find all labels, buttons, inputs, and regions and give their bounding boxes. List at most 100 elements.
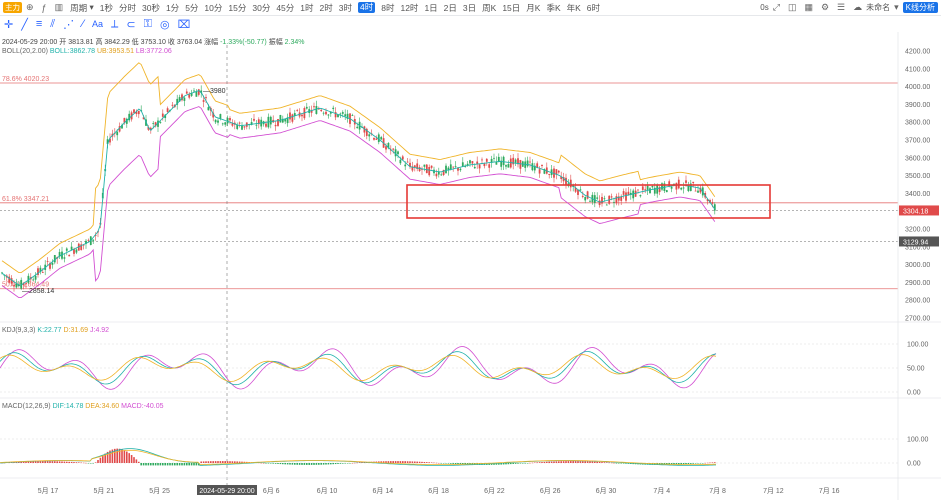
candle-body bbox=[286, 117, 289, 124]
amp-value: 2.34% bbox=[284, 39, 305, 46]
macd-dif: DIF:14.78 bbox=[52, 403, 84, 410]
trash-icon[interactable]: ⌧ bbox=[174, 18, 195, 31]
kdj-d: D:31.69 bbox=[63, 327, 89, 334]
period-5[interactable]: 10分 bbox=[201, 0, 225, 15]
layout-name[interactable]: 未命名 bbox=[866, 2, 890, 13]
period-7[interactable]: 30分 bbox=[249, 0, 273, 15]
period-8[interactable]: 45分 bbox=[273, 0, 297, 15]
lock-icon[interactable]: ⚿ bbox=[140, 18, 156, 31]
period-13[interactable]: 8时 bbox=[378, 0, 397, 15]
fullscreen-icon[interactable]: ⤢ bbox=[769, 2, 784, 13]
kline-analysis-button[interactable]: K线分析 bbox=[902, 2, 938, 13]
channel-icon[interactable]: ⫽ bbox=[46, 18, 59, 31]
macd-bar bbox=[620, 463, 622, 464]
candle-body bbox=[322, 112, 325, 114]
candle-type-icon[interactable]: ▥ bbox=[51, 2, 68, 13]
kdj-tick-label: 0.00 bbox=[907, 390, 921, 397]
kdj-j-line bbox=[0, 346, 717, 390]
candle-body bbox=[231, 123, 234, 126]
period-20[interactable]: 月K bbox=[523, 0, 543, 15]
period-4[interactable]: 5分 bbox=[182, 0, 201, 15]
eye-icon[interactable]: ◎ bbox=[156, 18, 174, 31]
period-19[interactable]: 15日 bbox=[499, 0, 523, 15]
magnet-icon[interactable]: ⊂ bbox=[122, 18, 139, 31]
candle-body bbox=[675, 182, 678, 190]
candle-body bbox=[32, 279, 35, 281]
candle-body bbox=[689, 183, 692, 191]
candle-body bbox=[58, 252, 61, 257]
period-3[interactable]: 1分 bbox=[163, 0, 182, 15]
pattern-icon[interactable]: ⁄ bbox=[78, 18, 88, 30]
crosshair-tool-icon[interactable]: ✛ bbox=[0, 18, 17, 31]
period-9[interactable]: 1时 bbox=[297, 0, 316, 15]
period-menu[interactable]: 周期 ▾ bbox=[67, 0, 97, 15]
time-tick-label: 7月 12 bbox=[763, 487, 784, 495]
period-15[interactable]: 1日 bbox=[421, 0, 440, 15]
period-10[interactable]: 2时 bbox=[317, 0, 336, 15]
macd-bar bbox=[603, 462, 606, 463]
fib-icon[interactable]: ⋰ bbox=[59, 18, 78, 31]
candle-body bbox=[106, 139, 109, 144]
period-12[interactable]: 4时 bbox=[355, 0, 378, 15]
add-circle-icon[interactable]: ⊕ bbox=[22, 2, 38, 13]
macd-bar bbox=[61, 461, 63, 463]
macd-name[interactable]: MACD(12,26,9) bbox=[2, 403, 51, 410]
macd-bar bbox=[351, 462, 354, 464]
period-6[interactable]: 15分 bbox=[225, 0, 249, 15]
period-22[interactable]: 年K bbox=[564, 0, 584, 15]
period-1[interactable]: 分时 bbox=[116, 0, 139, 15]
candle-body bbox=[406, 161, 409, 163]
trendline-tool-icon[interactable]: ╱ bbox=[17, 18, 32, 31]
cloud-icon[interactable]: ☁ bbox=[849, 2, 866, 13]
ruler-icon[interactable]: ⟂ bbox=[107, 18, 122, 31]
candle-body bbox=[63, 257, 66, 259]
indicator-icon[interactable]: ƒ bbox=[38, 3, 51, 13]
candle-body bbox=[562, 177, 565, 182]
market-tag[interactable]: 主力 bbox=[3, 2, 22, 13]
period-2[interactable]: 30秒 bbox=[139, 0, 163, 15]
candle-body bbox=[437, 171, 440, 175]
layout-icon[interactable]: ▦ bbox=[800, 2, 817, 13]
macd-bar bbox=[75, 462, 78, 463]
candle-body bbox=[145, 119, 147, 126]
candle-body bbox=[70, 246, 73, 250]
candle-body bbox=[68, 254, 71, 257]
macd-bar bbox=[310, 463, 313, 465]
camera-icon[interactable]: ◫ bbox=[784, 2, 801, 13]
macd-bar bbox=[183, 463, 186, 466]
text-tool-icon[interactable]: Aa bbox=[88, 19, 107, 29]
macd-bar bbox=[63, 461, 66, 463]
period-0[interactable]: 1秒 bbox=[97, 0, 116, 15]
candle-body bbox=[536, 163, 539, 168]
candle-body bbox=[488, 164, 491, 168]
period-18[interactable]: 周K bbox=[479, 0, 499, 15]
candle-body bbox=[550, 169, 553, 176]
boll-name[interactable]: BOLL(20,2.00) bbox=[2, 48, 48, 55]
candle-body bbox=[454, 165, 457, 167]
candle-body bbox=[617, 196, 620, 201]
period-17[interactable]: 3日 bbox=[460, 0, 479, 15]
period-16[interactable]: 2日 bbox=[441, 0, 460, 15]
macd-bar bbox=[162, 463, 164, 466]
period-11[interactable]: 3时 bbox=[336, 0, 355, 15]
candle-body bbox=[212, 112, 215, 118]
candle-body bbox=[685, 180, 687, 183]
high-marker: —3980 bbox=[203, 88, 226, 95]
candle-body bbox=[49, 263, 51, 269]
candle-body bbox=[622, 191, 625, 195]
price-chart[interactable]: 4200.00 4100.00 4000.00 3900.00 3800.00 3700.… bbox=[0, 0, 941, 500]
settings-icon[interactable]: ⚙ bbox=[817, 2, 833, 13]
gear-icon[interactable]: ☰ bbox=[833, 2, 849, 13]
candle-body bbox=[521, 161, 524, 167]
kdj-name[interactable]: KDJ(9,3,3) bbox=[2, 327, 35, 334]
period-14[interactable]: 12时 bbox=[397, 0, 421, 15]
chevron-down-icon[interactable]: ▾ bbox=[890, 2, 903, 13]
candle-body bbox=[101, 192, 104, 199]
candle-body bbox=[469, 160, 471, 164]
candle-body bbox=[89, 236, 92, 245]
period-21[interactable]: 季K bbox=[543, 0, 563, 15]
candle-body bbox=[51, 262, 54, 265]
period-23[interactable]: 6时 bbox=[584, 0, 603, 15]
candle-body bbox=[637, 189, 639, 191]
horizontal-line-icon[interactable]: ≡ bbox=[32, 18, 46, 30]
